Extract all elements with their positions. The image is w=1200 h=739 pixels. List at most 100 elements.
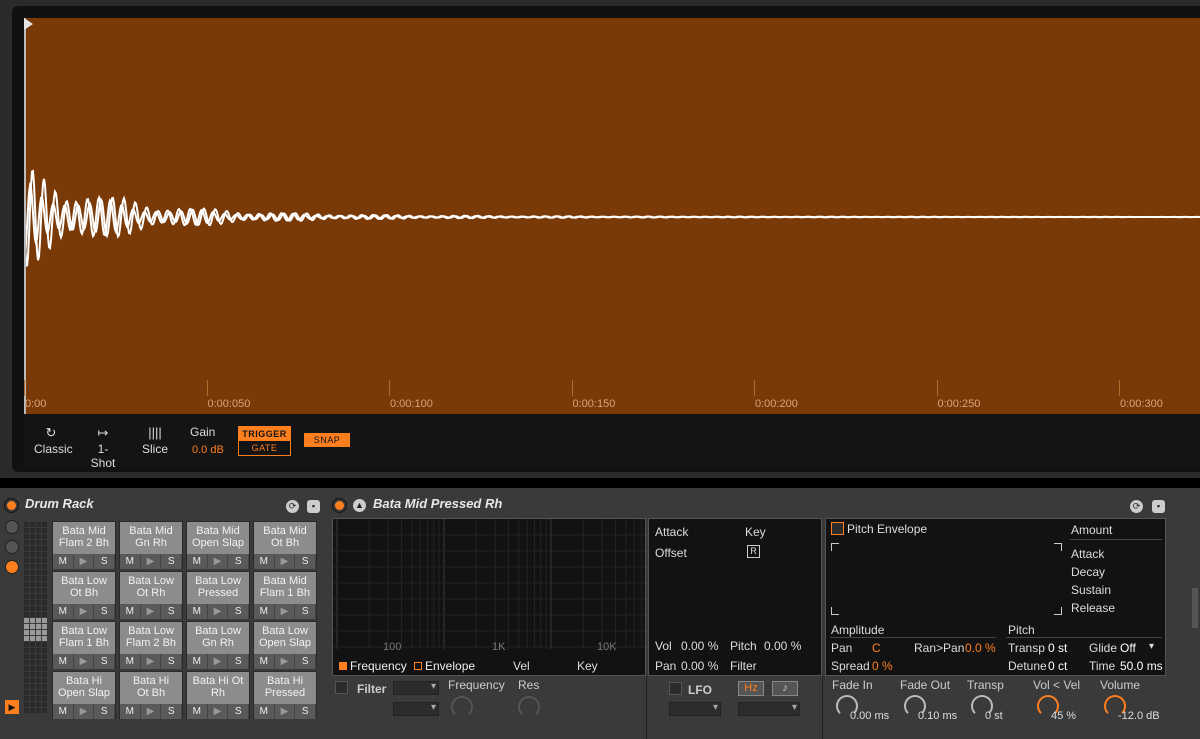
- mute-button[interactable]: M: [53, 554, 74, 569]
- tab-vel[interactable]: Vel: [513, 659, 530, 673]
- slice-mode-button[interactable]: |||| Slice: [140, 424, 170, 456]
- drum-pad[interactable]: Bata Low Ot Bh M ▶ S: [52, 571, 116, 619]
- hot-swap-icon[interactable]: ⟳: [286, 500, 299, 513]
- lfo-toggle[interactable]: [669, 682, 682, 695]
- trigger-button[interactable]: TRIGGER: [239, 427, 290, 441]
- drum-pad[interactable]: Bata Mid Ot Bh M ▶ S: [253, 521, 317, 569]
- drum-pad[interactable]: Bata Mid Open Slap M ▶ S: [186, 521, 250, 569]
- solo-button[interactable]: S: [94, 554, 116, 569]
- classic-mode-button[interactable]: ↻ Classic: [34, 424, 73, 456]
- ran-pan-value[interactable]: 0.0 %: [965, 641, 996, 655]
- drum-pad[interactable]: Bata Mid Flam 2 Bh M ▶ S: [52, 521, 116, 569]
- env-decay[interactable]: Decay: [1071, 565, 1105, 579]
- solo-button[interactable]: S: [295, 554, 317, 569]
- hz-button[interactable]: Hz: [738, 681, 764, 696]
- play-pad-icon[interactable]: ▶: [275, 554, 296, 569]
- solo-button[interactable]: S: [228, 654, 250, 669]
- transp-value[interactable]: 0 st: [1048, 641, 1067, 655]
- drum-pad[interactable]: Bata Low Ot Rh M ▶ S: [119, 571, 183, 619]
- play-pad-icon[interactable]: ▶: [275, 704, 296, 719]
- show-chains-icon[interactable]: ▶: [5, 700, 19, 714]
- play-pad-icon[interactable]: ▶: [275, 604, 296, 619]
- retrigger-button[interactable]: R: [747, 545, 760, 558]
- play-pad-icon[interactable]: ▶: [141, 704, 162, 719]
- drum-pad[interactable]: Bata Low Open Slap M ▶ S: [253, 621, 317, 669]
- drum-rack-power-icon[interactable]: [5, 499, 18, 512]
- drum-pad[interactable]: Bata Low Flam 2 Bh M ▶ S: [119, 621, 183, 669]
- gate-button[interactable]: GATE: [239, 441, 290, 455]
- play-pad-icon[interactable]: ▶: [208, 654, 229, 669]
- save-preset-icon[interactable]: ▪: [1152, 500, 1165, 513]
- pitch-envelope-toggle[interactable]: [831, 522, 844, 535]
- glide-dropdown-icon[interactable]: ▾: [1149, 641, 1154, 652]
- play-pad-icon[interactable]: ▶: [74, 604, 95, 619]
- play-pad-icon[interactable]: ▶: [141, 604, 162, 619]
- mute-button[interactable]: M: [120, 554, 141, 569]
- solo-button[interactable]: S: [295, 604, 317, 619]
- solo-button[interactable]: S: [228, 704, 250, 719]
- sync-note-button[interactable]: ♪: [772, 681, 798, 696]
- save-preset-icon[interactable]: ▪: [307, 500, 320, 513]
- play-pad-icon[interactable]: ▶: [275, 654, 296, 669]
- mute-button[interactable]: M: [254, 704, 275, 719]
- drum-pad[interactable]: Bata Hi Ot Rh M ▶ S: [186, 671, 250, 719]
- mute-button[interactable]: M: [120, 604, 141, 619]
- gain-value[interactable]: 0.0 dB: [192, 444, 224, 456]
- tab-key[interactable]: Key: [577, 659, 598, 673]
- trigger-gate-switch[interactable]: TRIGGER GATE: [238, 426, 291, 456]
- env-sustain[interactable]: Sustain: [1071, 583, 1111, 597]
- start-marker-icon[interactable]: [24, 18, 33, 30]
- solo-button[interactable]: S: [228, 554, 250, 569]
- collapse-icon[interactable]: ▲: [353, 499, 366, 512]
- mute-button[interactable]: M: [187, 604, 208, 619]
- tab-envelope[interactable]: Envelope: [414, 659, 475, 673]
- spread-value[interactable]: 0 %: [872, 659, 893, 673]
- solo-button[interactable]: S: [295, 654, 317, 669]
- frequency-knob[interactable]: [451, 696, 473, 718]
- mute-button[interactable]: M: [187, 554, 208, 569]
- knob-value[interactable]: -12.0 dB: [1118, 710, 1160, 722]
- drum-pad[interactable]: Bata Mid Flam 1 Bh M ▶ S: [253, 571, 317, 619]
- drum-pad[interactable]: Bata Low Gn Rh M ▶ S: [186, 621, 250, 669]
- solo-button[interactable]: S: [295, 704, 317, 719]
- mute-button[interactable]: M: [53, 654, 74, 669]
- detune-value[interactable]: 0 ct: [1048, 659, 1067, 673]
- mute-button[interactable]: M: [187, 654, 208, 669]
- mute-button[interactable]: M: [254, 604, 275, 619]
- mute-button[interactable]: M: [254, 554, 275, 569]
- pitch-value[interactable]: 0.00 %: [764, 639, 801, 653]
- mute-button[interactable]: M: [120, 654, 141, 669]
- drum-pad[interactable]: Bata Low Flam 1 Bh M ▶ S: [52, 621, 116, 669]
- solo-button[interactable]: S: [161, 704, 183, 719]
- solo-button[interactable]: S: [161, 554, 183, 569]
- chain-list-icon[interactable]: [5, 540, 19, 554]
- play-pad-icon[interactable]: ▶: [208, 704, 229, 719]
- pad-overview-grid[interactable]: [24, 522, 50, 718]
- env-release[interactable]: Release: [1071, 601, 1115, 615]
- solo-button[interactable]: S: [94, 704, 116, 719]
- play-pad-icon[interactable]: ▶: [141, 654, 162, 669]
- snap-button[interactable]: SNAP: [304, 433, 350, 447]
- drum-pad[interactable]: Bata Hi Pressed M ▶ S: [253, 671, 317, 719]
- waveform-display[interactable]: [24, 18, 1200, 414]
- time-value[interactable]: 50.0 ms: [1120, 659, 1163, 673]
- mute-button[interactable]: M: [53, 704, 74, 719]
- knob-value[interactable]: 0.00 ms: [850, 710, 889, 722]
- pan-value[interactable]: 0.00 %: [681, 659, 718, 673]
- play-pad-icon[interactable]: ▶: [208, 554, 229, 569]
- play-pad-icon[interactable]: ▶: [74, 654, 95, 669]
- drum-pad[interactable]: Bata Low Pressed M ▶ S: [186, 571, 250, 619]
- knob-value[interactable]: 0 st: [985, 710, 1003, 722]
- knob-value[interactable]: 45 %: [1051, 710, 1076, 722]
- solo-button[interactable]: S: [161, 604, 183, 619]
- solo-button[interactable]: S: [94, 654, 116, 669]
- lfo-rate-field[interactable]: [738, 702, 800, 716]
- knob-value[interactable]: 0.10 ms: [918, 710, 957, 722]
- filter-response-graph[interactable]: 100 1K 10K Frequency Envelope Vel Key: [332, 518, 646, 676]
- glide-value[interactable]: Off: [1120, 641, 1136, 655]
- tab-frequency[interactable]: Frequency: [339, 659, 407, 673]
- hot-swap-icon[interactable]: ⟳: [1130, 500, 1143, 513]
- solo-button[interactable]: S: [228, 604, 250, 619]
- scrollbar[interactable]: [1192, 588, 1198, 628]
- lfo-waveform-dropdown[interactable]: [669, 702, 721, 716]
